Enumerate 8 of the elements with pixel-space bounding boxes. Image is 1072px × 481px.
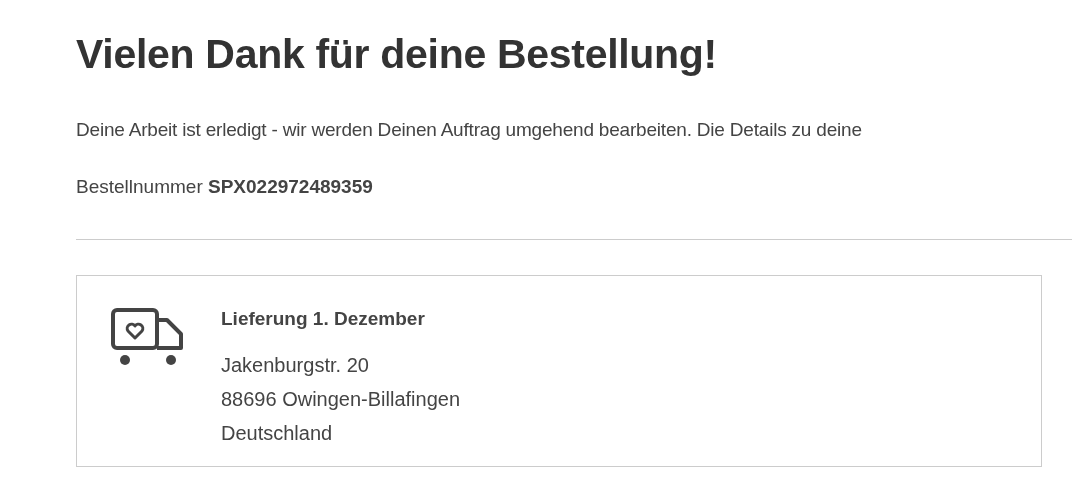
- address-line: 88696 Owingen-Billafingen: [221, 387, 461, 412]
- truck-icon: [111, 308, 185, 366]
- delivery-date: Lieferung 1. Dezember: [221, 307, 426, 331]
- address-line: Deutschland: [221, 421, 334, 446]
- page-heading: Vielen Dank für deine Bestellung!: [76, 30, 718, 79]
- order-number: Bestellnummer SPX022972489359: [76, 175, 374, 199]
- address-line: Jakenburgstr. 20: [221, 353, 370, 378]
- confirmation-message: Deine Arbeit ist erledigt - wir werden Deinen Auftrag umgehend bearbeiten. Die Details zu deine: [76, 118, 863, 142]
